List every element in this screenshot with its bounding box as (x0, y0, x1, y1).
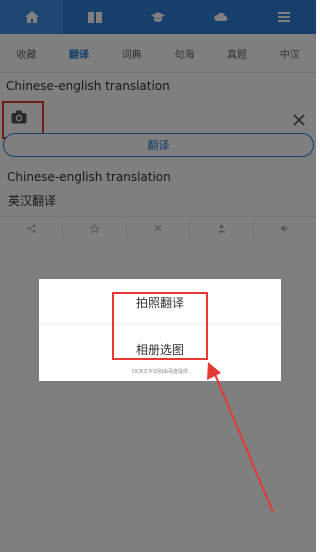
options-highlight-box (112, 292, 208, 360)
modal-overlay[interactable] (0, 0, 316, 552)
ocr-credit: OCR文字识别由百度提供 (132, 369, 188, 375)
